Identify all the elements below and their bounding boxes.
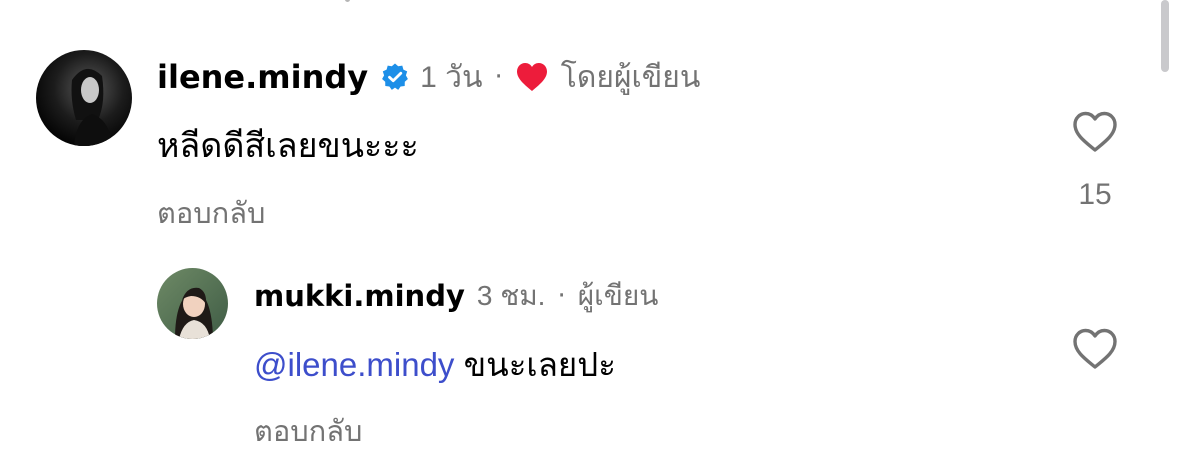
reply-text: @ilene.mindy ขนะเลยปะ (254, 338, 616, 391)
comment-text: หลีดดีสีเลยขนะะะ (157, 127, 419, 165)
verified-badge-icon (380, 62, 410, 92)
reply-button[interactable]: ตอบกลับ (254, 408, 362, 454)
reply-header: mukki.mindy 3 ชม. · ผู้เขียน (254, 276, 658, 316)
avatar-photo (157, 268, 228, 339)
avatar-photo (36, 50, 132, 146)
comment-username[interactable]: ilene.mindy (157, 58, 368, 96)
mention-link[interactable]: @ilene.mindy (254, 346, 454, 383)
comment-time: 1 วัน (420, 60, 483, 94)
comment-header: ilene.mindy 1 วัน · โดยผู้เขียน (157, 55, 700, 99)
avatar-ilene-mindy[interactable] (36, 50, 132, 146)
scrollbar[interactable] (1161, 0, 1169, 72)
reply-username[interactable]: mukki.mindy (254, 279, 465, 313)
heart-filled-icon (515, 61, 549, 93)
liked-by-author-label: โดยผู้เขียน (560, 60, 701, 94)
reply-body: ขนะเลยปะ (454, 346, 616, 383)
heart-outline-icon[interactable] (1071, 327, 1119, 371)
comments-thread: ilene.mindy 1 วัน · โดยผู้เขียน หลีดดีสี… (0, 0, 1178, 471)
heart-outline-icon[interactable] (1071, 110, 1119, 154)
reply-time: 3 ชม. (476, 280, 546, 311)
avatar-mukki-mindy[interactable] (157, 268, 228, 339)
author-label: ผู้เขียน (577, 280, 659, 311)
like-count: 15 (1078, 178, 1112, 211)
previous-content-indicator (345, 0, 350, 2)
meta-separator: · (557, 281, 566, 311)
reply-button[interactable]: ตอบกลับ (157, 190, 265, 236)
meta-separator: · (494, 62, 503, 92)
